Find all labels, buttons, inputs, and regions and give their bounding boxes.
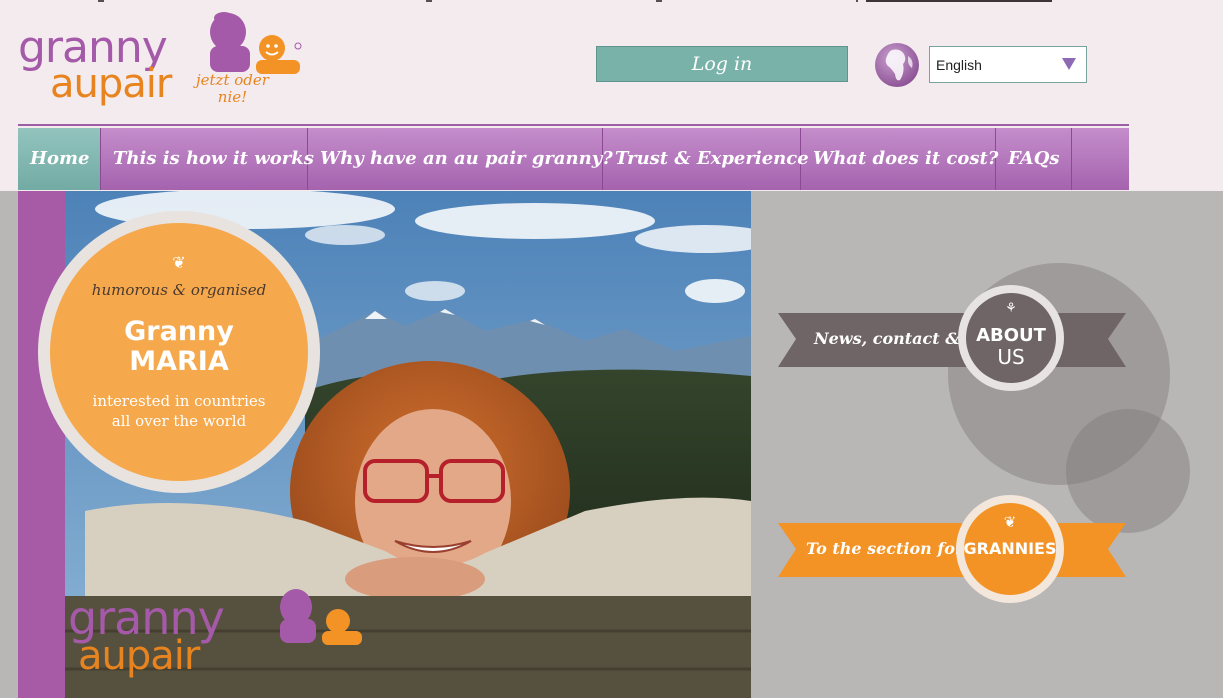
grannies-seal-label: GRANNIES — [963, 539, 1057, 558]
ornament-icon: ❦ — [1003, 513, 1017, 531]
logo-tagline-line1: jetzt oder — [196, 71, 269, 89]
nav-divider — [18, 124, 1129, 126]
globe-icon — [875, 43, 919, 87]
granny-badge: ❦ humorous & organised Granny MARIA inte… — [38, 211, 320, 493]
badge-name-line2: MARIA — [129, 346, 229, 377]
nav-item-why-au-pair-granny[interactable]: Why have an au pair granny? — [308, 128, 613, 190]
main-nav: Home This is how it works Why have an au… — [18, 128, 1129, 190]
ornament-icon: ❦ — [172, 253, 186, 272]
hero-banner[interactable]: ❦ humorous & organised Granny MARIA inte… — [18, 191, 751, 698]
badge-description-line2: all over the world — [111, 412, 247, 430]
language-selected-value: English — [936, 57, 982, 73]
nav-item-faqs[interactable]: FAQs — [996, 128, 1072, 190]
language-select[interactable]: English — [929, 46, 1087, 83]
badge-name: Granny MARIA — [50, 317, 308, 377]
nav-item-home[interactable]: Home — [18, 128, 101, 190]
grannies-seal: ❦ GRANNIES — [956, 495, 1064, 603]
badge-name-line1: Granny — [124, 316, 234, 347]
watermark-word-aupair: aupair — [78, 633, 200, 679]
hero-section: ❦ humorous & organised Granny MARIA inte… — [0, 191, 1223, 698]
nav-item-cost[interactable]: What does it cost? — [801, 128, 998, 190]
site-logo[interactable]: granny aupair jetzt oder nie! — [18, 12, 302, 116]
about-us-seal: ⚘ ABOUT US — [958, 285, 1064, 391]
login-button[interactable]: Log in — [596, 46, 848, 82]
about-seal-line1: ABOUT — [976, 325, 1046, 346]
badge-trait: humorous & organised — [91, 281, 267, 299]
about-seal-line2: US — [997, 345, 1025, 369]
watermark-figures-icon — [280, 589, 362, 645]
grannies-ribbon-text: To the section for — [806, 539, 964, 558]
ornament-icon: ⚘ — [1005, 301, 1017, 316]
logo-word-aupair: aupair — [50, 61, 172, 107]
about-us-ribbon[interactable]: News, contact & ⚘ ABOUT US — [776, 285, 1128, 393]
logo-tagline-line2: nie! — [217, 88, 248, 106]
top-strip — [0, 0, 1223, 6]
logo-tagline: jetzt oder nie! — [196, 72, 269, 106]
about-ribbon-text: News, contact & — [814, 329, 960, 348]
badge-description: interested in countries all over the wor… — [50, 391, 308, 431]
hero-watermark-logo: granny aupair — [68, 583, 368, 693]
nav-item-how-it-works[interactable]: This is how it works — [101, 128, 314, 190]
nav-item-trust-experience[interactable]: Trust & Experience — [603, 128, 809, 190]
badge-description-line1: interested in countries — [92, 392, 266, 410]
dropdown-arrow-icon — [1062, 58, 1076, 70]
grannies-section-ribbon[interactable]: To the section for ❦ GRANNIES — [776, 495, 1128, 603]
